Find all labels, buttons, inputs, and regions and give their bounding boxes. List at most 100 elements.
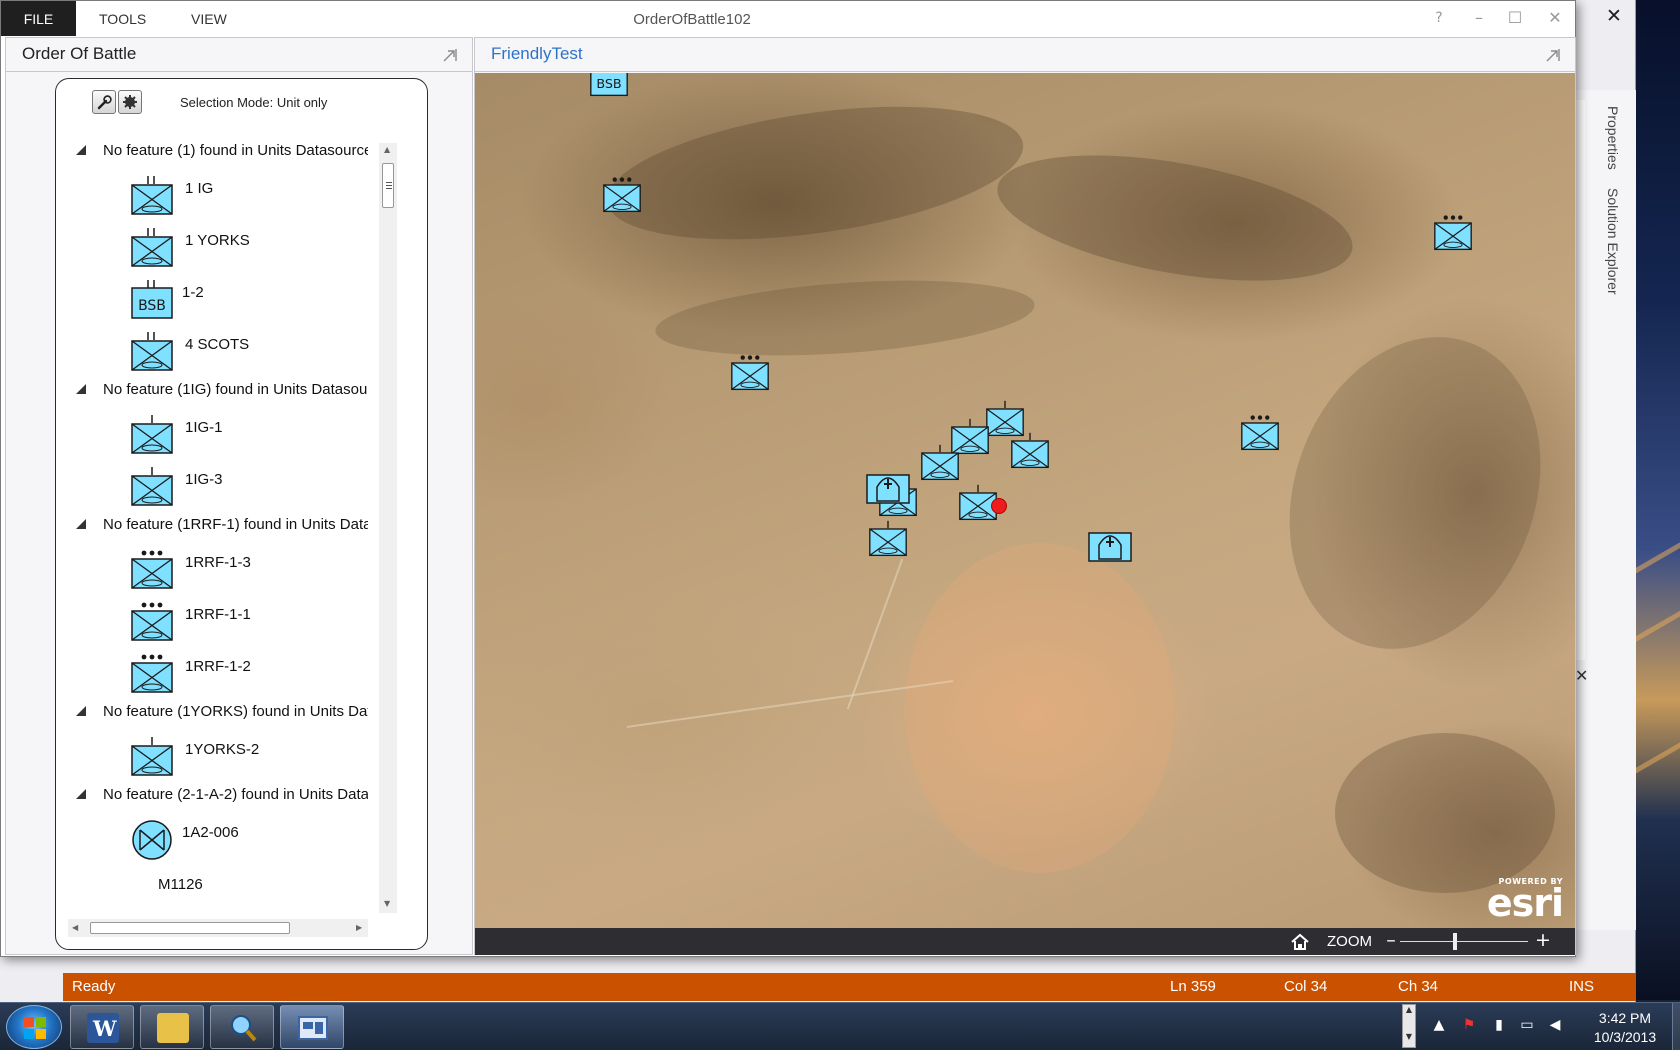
- tree-group-label: No feature (1IG) found in Units Datasour…: [103, 381, 368, 398]
- tree-unit-label: 1 IG: [185, 180, 214, 197]
- collapse-arrow-icon[interactable]: [76, 145, 86, 155]
- infantry-icon: [130, 413, 174, 457]
- horizontal-scroll-thumb[interactable]: [90, 922, 290, 934]
- status-line: Ln 359: [1170, 978, 1216, 995]
- map-panel: FriendlyTest BSB POWERED BY esri ZOOM – …: [474, 37, 1576, 955]
- settings-button[interactable]: [118, 90, 142, 114]
- tree-unit-item[interactable]: 1IG-1: [68, 411, 368, 461]
- tree-unit-label: 1RRF-1-1: [185, 606, 251, 623]
- tree-unit-item[interactable]: 1A2-006: [68, 816, 368, 866]
- map-unit-symbol[interactable]: [917, 443, 963, 487]
- scroll-up-icon[interactable]: ▲: [384, 145, 390, 154]
- map-unit-symbol[interactable]: BSB: [587, 73, 631, 103]
- tree-unit-item[interactable]: 1RRF-1-2: [68, 650, 368, 700]
- zoom-in-button[interactable]: +: [1535, 929, 1551, 951]
- flag-notification-icon[interactable]: ⚑: [1460, 1017, 1478, 1035]
- menu-view[interactable]: VIEW: [191, 1, 227, 36]
- vs-editor-edge: [1575, 100, 1585, 660]
- title-bar: FILE TOOLS VIEW OrderOfBattle102 ? – ☐ ✕: [1, 1, 1575, 37]
- tree-unit-item[interactable]: 1RRF-1-1: [68, 598, 368, 648]
- tree-unit-item[interactable]: 1 IG: [68, 172, 368, 222]
- collapse-arrow-icon[interactable]: [76, 384, 86, 394]
- clock-date: 10/3/2013: [1593, 1029, 1657, 1045]
- home-icon[interactable]: [1290, 932, 1310, 952]
- minimize-button[interactable]: –: [1465, 5, 1493, 31]
- unit-tree-container: Selection Mode: Unit only No feature (1)…: [55, 78, 428, 950]
- map-unit-symbol[interactable]: [1237, 413, 1283, 457]
- infantry-platoon-icon: [130, 548, 174, 592]
- clock[interactable]: 3:42 PM 10/3/2013: [1580, 1009, 1670, 1047]
- tree-unit-label: 1YORKS-2: [185, 741, 260, 758]
- vertical-scrollbar[interactable]: ▲ ▼: [379, 143, 397, 913]
- horizontal-scrollbar[interactable]: ◀ ▶: [68, 919, 368, 937]
- wrench-icon: [97, 95, 112, 110]
- maximize-button[interactable]: ☐: [1501, 5, 1529, 31]
- zoom-slider-track[interactable]: [1400, 941, 1528, 942]
- map-support-unit-symbol[interactable]: [1087, 523, 1133, 567]
- start-button[interactable]: [6, 1005, 62, 1049]
- scroll-down-icon[interactable]: ▼: [384, 899, 390, 908]
- tree-unit-item[interactable]: 1YORKS-2: [68, 733, 368, 783]
- tree-unit-item[interactable]: M1126: [68, 868, 368, 911]
- taskbar-visual-studio[interactable]: [280, 1005, 344, 1049]
- tree-unit-item[interactable]: 1IG-3: [68, 463, 368, 513]
- bsb-icon: BSB: [130, 278, 174, 322]
- map-unit-symbol[interactable]: [727, 353, 773, 397]
- power-icon[interactable]: ▮: [1490, 1017, 1508, 1035]
- tree-unit-label: 4 SCOTS: [185, 336, 250, 353]
- map-unit-symbol[interactable]: [1430, 213, 1476, 257]
- vs-pane-close-icon[interactable]: ✕: [1575, 666, 1588, 685]
- network-icon[interactable]: ▭: [1518, 1017, 1536, 1035]
- zoom-out-button[interactable]: –: [1383, 929, 1399, 951]
- order-of-battle-panel: Order Of Battle Selection Mode: Unit onl…: [5, 37, 473, 955]
- panel-header: Order Of Battle: [6, 38, 472, 72]
- map-undock-icon[interactable]: [1545, 47, 1561, 63]
- collapse-arrow-icon[interactable]: [76, 519, 86, 529]
- order-of-battle-window: FILE TOOLS VIEW OrderOfBattle102 ? – ☐ ✕…: [0, 0, 1576, 957]
- taskbar-word[interactable]: W: [70, 1005, 134, 1049]
- properties-tab[interactable]: Properties: [1605, 106, 1621, 170]
- collapse-arrow-icon[interactable]: [76, 706, 86, 716]
- taskbar: W ▲ ⚑ ▮ ▭ ◀ 3:42 PM 10/3/2013: [0, 1002, 1680, 1050]
- selection-mode-label: Selection Mode: Unit only: [180, 95, 328, 110]
- vs-close-icon[interactable]: ✕: [1600, 5, 1628, 27]
- tree-unit-item[interactable]: 1RRF-1-3: [68, 546, 368, 596]
- folder-icon: [157, 1013, 189, 1043]
- vertical-scroll-thumb[interactable]: [382, 163, 394, 208]
- tree-unit-item[interactable]: 1 YORKS: [68, 224, 368, 274]
- map-support-unit-symbol[interactable]: [865, 465, 911, 509]
- volume-icon[interactable]: ◀: [1546, 1017, 1564, 1035]
- show-desktop-button[interactable]: [1672, 1003, 1680, 1050]
- window-title: OrderOfBattle102: [633, 11, 751, 28]
- tree-unit-item[interactable]: 4 SCOTS: [68, 328, 368, 378]
- zoom-slider-thumb[interactable]: [1453, 933, 1457, 950]
- map-unit-symbol[interactable]: [599, 175, 645, 219]
- map-unit-symbol[interactable]: [1007, 431, 1053, 475]
- tree-unit-item[interactable]: BSB 1-2: [68, 276, 368, 326]
- wrench-button[interactable]: [92, 90, 116, 114]
- menu-file[interactable]: FILE: [1, 1, 76, 36]
- unit-tree: No feature (1) found in Units Datasource…: [68, 141, 368, 911]
- visual-studio-icon: [297, 1013, 329, 1043]
- tree-unit-label: 1-2: [182, 284, 204, 301]
- taskbar-search-app[interactable]: [210, 1005, 274, 1049]
- undock-icon[interactable]: [442, 47, 458, 63]
- map-panel-title: FriendlyTest: [491, 44, 583, 63]
- vehicle-icon: [130, 818, 174, 862]
- help-button[interactable]: ?: [1425, 5, 1453, 31]
- close-button[interactable]: ✕: [1541, 5, 1569, 31]
- taskbar-file-explorer[interactable]: [140, 1005, 204, 1049]
- infantry-icon: [130, 465, 174, 509]
- map-unit-symbol[interactable]: [865, 519, 911, 563]
- scroll-left-icon[interactable]: ◀: [72, 923, 78, 932]
- collapse-arrow-icon[interactable]: [76, 789, 86, 799]
- menu-tools[interactable]: TOOLS: [99, 1, 146, 36]
- selected-location-marker[interactable]: [991, 498, 1007, 514]
- tree-group-label: No feature (1YORKS) found in Units Datas…: [103, 703, 368, 720]
- status-mode: INS: [1569, 978, 1595, 995]
- map-view[interactable]: BSB POWERED BY esri: [475, 73, 1575, 928]
- show-hidden-icons-icon[interactable]: ▲: [1430, 1017, 1448, 1035]
- solution-explorer-tab[interactable]: Solution Explorer: [1605, 188, 1621, 295]
- tray-scroll-control[interactable]: ▲ ▼: [1402, 1004, 1416, 1048]
- scroll-right-icon[interactable]: ▶: [356, 923, 362, 932]
